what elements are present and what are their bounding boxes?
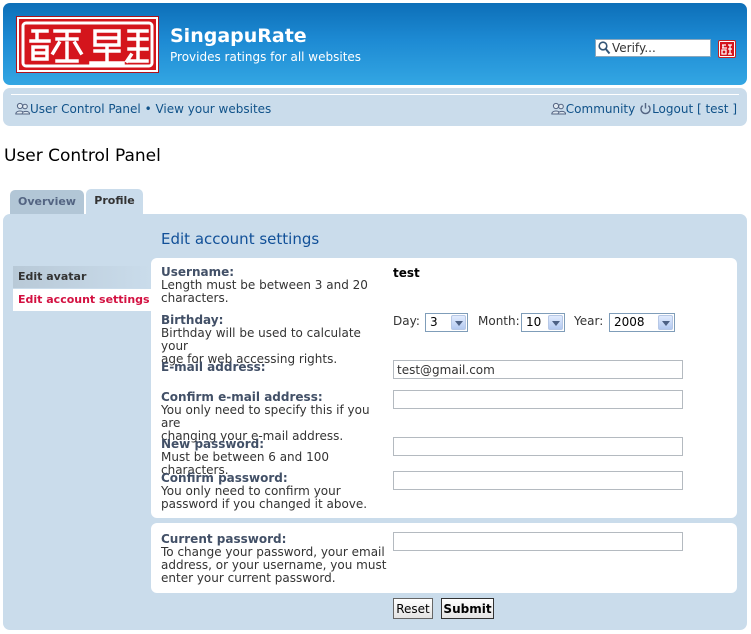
ucp-link[interactable]: User Control Panel [30, 102, 141, 116]
year-select[interactable]: 2008 [609, 313, 675, 332]
confirm-password-label: Confirm password: You only need to confi… [161, 471, 368, 511]
community-icon [551, 102, 566, 115]
verify-input[interactable] [612, 40, 708, 56]
confirm-email-label: Confirm e-mail address: You only need to… [161, 390, 370, 443]
month-label: Month: [478, 314, 520, 328]
verify-button[interactable] [718, 40, 736, 58]
verify-search-box[interactable] [595, 39, 711, 57]
submit-button[interactable]: Submit [441, 598, 494, 619]
day-select-value: 3 [430, 315, 438, 329]
tab-profile[interactable]: Profile [86, 189, 143, 215]
username-value: test [393, 266, 420, 280]
site-title[interactable]: SingapuRate [170, 25, 307, 47]
month-select[interactable]: 10 [521, 313, 565, 332]
section-heading: Edit account settings [161, 230, 320, 248]
nav-bar: User Control Panel • View your websites … [3, 88, 747, 126]
birthday-label: Birthday: Birthday will be used to calcu… [161, 313, 361, 366]
nav-separator: • [144, 102, 152, 116]
page-title: User Control Panel [4, 146, 161, 166]
logo-glyph-icon [21, 21, 154, 68]
new-password-field[interactable] [393, 437, 683, 456]
nav-right-links: Community Logout [ test ] [551, 102, 737, 116]
username-label: Username: Length must be between 3 and 2… [161, 265, 368, 305]
red-seal-small-icon [720, 42, 734, 56]
nav-left-links: User Control Panel • View your websites [15, 102, 271, 116]
sidebar-item-edit-account-settings[interactable]: Edit account settings [13, 289, 151, 311]
current-password-label: Current password: To change your passwor… [161, 532, 387, 585]
red-seal-logo[interactable] [17, 17, 158, 72]
site-description: Provides ratings for all websites [170, 50, 362, 64]
year-label: Year: [574, 314, 604, 328]
year-select-value: 2008 [614, 315, 645, 329]
power-icon [640, 103, 651, 115]
current-password-field[interactable] [393, 532, 683, 551]
confirm-password-field[interactable] [393, 471, 683, 490]
view-websites-link[interactable]: View your websites [155, 102, 271, 116]
sidebar-item-edit-avatar[interactable]: Edit avatar [13, 266, 151, 288]
email-field[interactable] [393, 360, 683, 379]
tab-overview[interactable]: Overview [10, 190, 84, 214]
community-link[interactable]: Community [566, 102, 635, 116]
reset-button[interactable]: Reset [393, 598, 433, 619]
nav-divider [11, 94, 739, 95]
search-icon [598, 41, 611, 55]
confirm-email-field[interactable] [393, 390, 683, 409]
users-icon [15, 102, 30, 115]
email-label: E-mail address: [161, 360, 266, 374]
chevron-down-icon [548, 315, 563, 330]
day-select[interactable]: 3 [425, 313, 468, 332]
logout-link[interactable]: Logout [ test ] [652, 102, 737, 116]
site-header: SingapuRate Provides ratings for all web… [3, 3, 747, 85]
month-select-value: 10 [526, 315, 542, 329]
chevron-down-icon [658, 315, 673, 330]
chevron-down-icon [451, 315, 466, 330]
day-label: Day: [393, 314, 420, 328]
